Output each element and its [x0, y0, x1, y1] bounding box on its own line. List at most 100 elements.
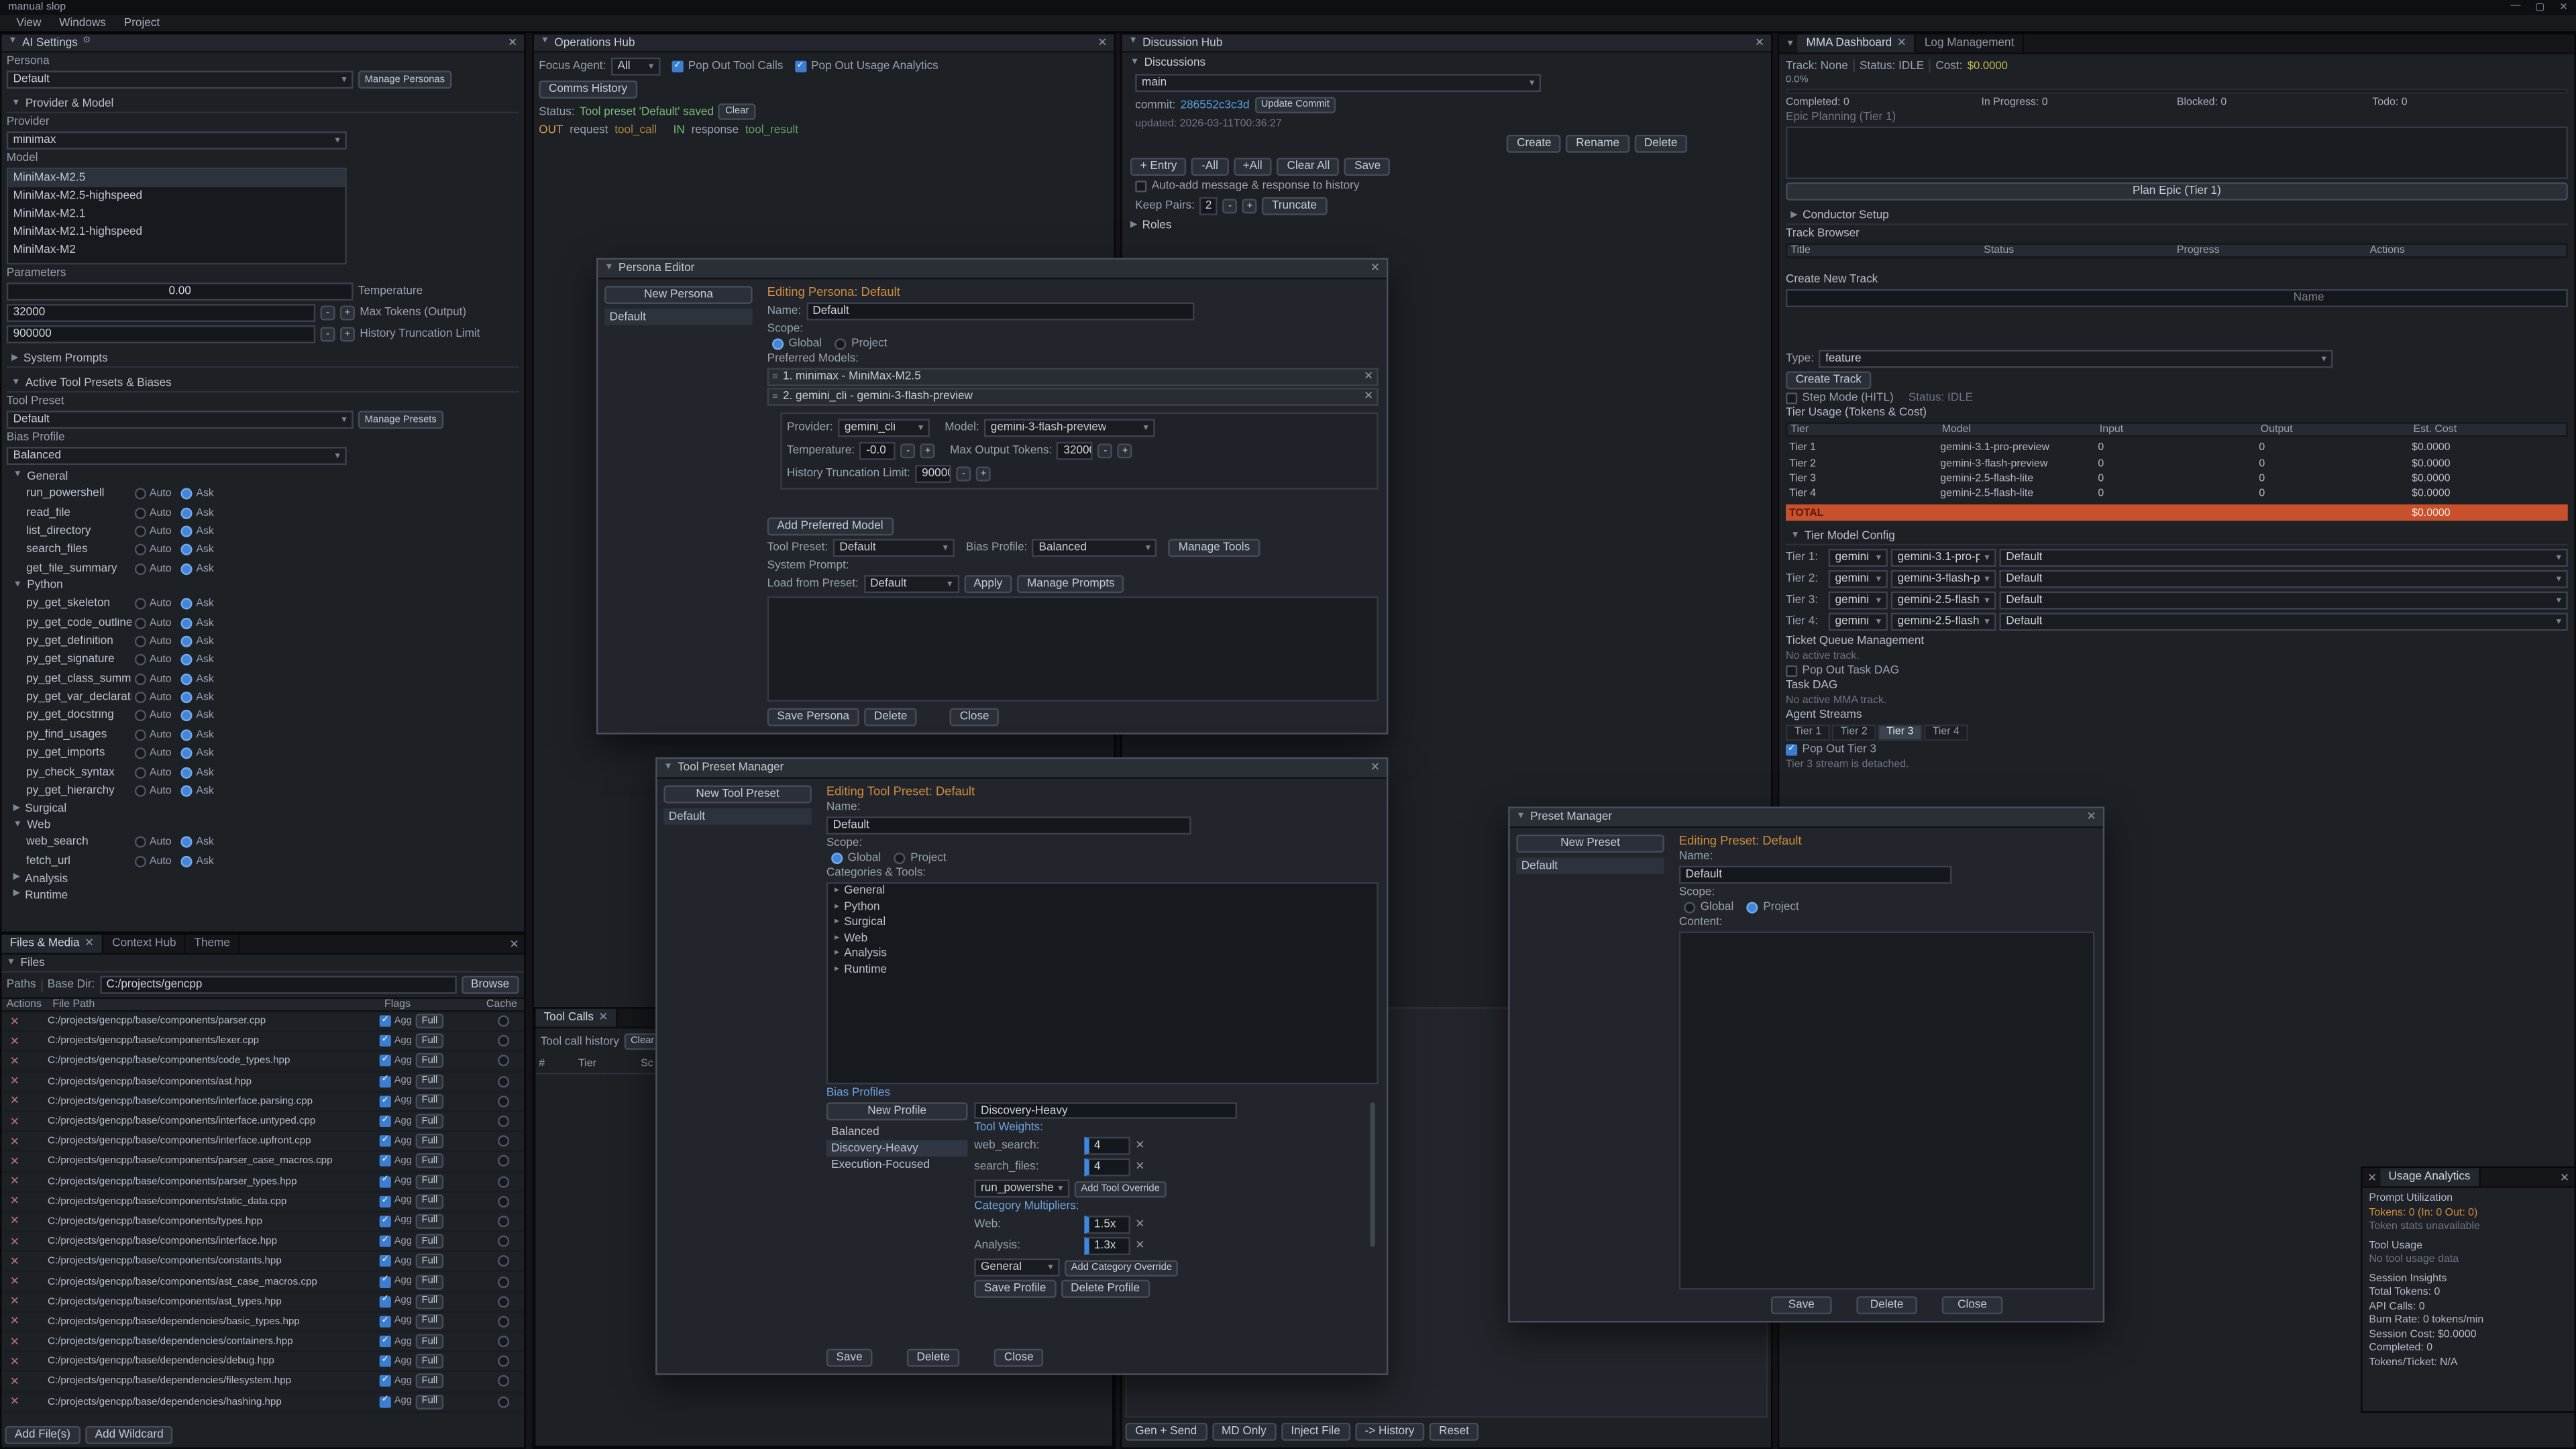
track-type-select[interactable]: feature: [1819, 350, 2333, 368]
auto-radio[interactable]: [135, 837, 146, 849]
add-files-button[interactable]: Add File(s): [5, 1426, 80, 1444]
add-category-override-button[interactable]: Add Category Override: [1065, 1259, 1179, 1275]
cache-radio[interactable]: [497, 1195, 508, 1207]
cache-radio[interactable]: [497, 1396, 508, 1407]
multiplier-input[interactable]: 1.5x: [1084, 1216, 1130, 1234]
collapse-arrow-icon[interactable]: ▼: [1128, 38, 1137, 47]
remove-file-icon[interactable]: ✕: [1, 1095, 48, 1108]
compose-button[interactable]: -> History: [1355, 1423, 1424, 1441]
pop-tool-calls-checkbox[interactable]: [672, 61, 683, 72]
cache-radio[interactable]: [497, 1036, 508, 1047]
keep-pairs-input[interactable]: 2: [1199, 197, 1218, 215]
tool-preset-list-item[interactable]: Default: [663, 808, 811, 824]
add-tool-override-button[interactable]: Add Tool Override: [1075, 1181, 1167, 1197]
close-icon[interactable]: ✕: [598, 1012, 608, 1024]
close-icon[interactable]: ✕: [1371, 263, 1380, 274]
tab-theme[interactable]: Theme: [186, 934, 239, 953]
ask-radio[interactable]: [181, 729, 193, 741]
ask-radio[interactable]: [181, 673, 193, 684]
add-tool-select[interactable]: run_powershell: [974, 1179, 1069, 1197]
remove-file-icon[interactable]: ✕: [1, 1175, 48, 1188]
preset-manager-header[interactable]: ▼ Preset Manager ✕: [1510, 808, 2103, 828]
auto-radio[interactable]: [135, 563, 146, 574]
persona-editor-header[interactable]: ▼ Persona Editor ✕: [598, 260, 1387, 279]
bias-profile-select[interactable]: Balanced: [1032, 539, 1157, 557]
scope-project-radio[interactable]: [894, 853, 906, 864]
full-button[interactable]: Full: [415, 1014, 444, 1028]
agg-checkbox[interactable]: [380, 1376, 391, 1387]
agg-checkbox[interactable]: [380, 1276, 391, 1287]
max-tokens-input[interactable]: 32000: [1057, 442, 1093, 460]
agg-checkbox[interactable]: [380, 1236, 391, 1247]
entry-button[interactable]: Clear All: [1277, 158, 1340, 176]
tier-model-select[interactable]: gemini-3.1-pro-preview: [1891, 549, 1996, 568]
bias-profile-select[interactable]: Balanced: [7, 447, 347, 465]
tab-context-hub[interactable]: Context Hub: [104, 934, 186, 953]
tier-model-select[interactable]: gemini-3-flash-preview: [1891, 570, 1996, 588]
close-icon[interactable]: ✕: [1755, 37, 1764, 48]
provider-select[interactable]: minimax: [7, 131, 347, 150]
remove-file-icon[interactable]: ✕: [1, 1275, 48, 1288]
model-option[interactable]: MiniMax-M2: [8, 241, 345, 260]
tier-preset-select[interactable]: Default: [1999, 549, 2567, 568]
entry-button[interactable]: -All: [1191, 158, 1228, 176]
tier-model-select[interactable]: gemini-2.5-flash-lite: [1891, 592, 1996, 610]
full-button[interactable]: Full: [415, 1114, 444, 1128]
cache-radio[interactable]: [497, 1336, 508, 1347]
tool-preset-select[interactable]: Default: [833, 539, 955, 557]
tier-preset-select[interactable]: Default: [1999, 592, 2567, 610]
increment-button[interactable]: +: [340, 306, 355, 321]
close-icon[interactable]: ✕: [85, 938, 94, 949]
bias-profile-item[interactable]: Balanced: [826, 1124, 968, 1140]
scope-global-radio[interactable]: [831, 853, 843, 864]
close-icon[interactable]: ✕: [2560, 1168, 2575, 1186]
decrement-button[interactable]: -: [1222, 199, 1237, 213]
remove-file-icon[interactable]: ✕: [1, 1014, 48, 1028]
full-button[interactable]: Full: [415, 1254, 444, 1269]
ask-radio[interactable]: [181, 786, 193, 797]
remove-file-icon[interactable]: ✕: [1, 1075, 48, 1088]
drag-handle-icon[interactable]: ≡: [772, 372, 778, 382]
remove-icon[interactable]: ✕: [1135, 1219, 1144, 1230]
drag-handle-icon[interactable]: ≡: [772, 392, 778, 402]
tool-category-row[interactable]: ▶ Surgical: [7, 800, 519, 816]
decrement-button[interactable]: -: [957, 467, 971, 482]
model-option[interactable]: MiniMax-M2.5-highspeed: [8, 187, 345, 205]
remove-file-icon[interactable]: ✕: [1, 1295, 48, 1308]
compose-button[interactable]: Inject File: [1281, 1423, 1350, 1441]
comms-history-button[interactable]: Comms History: [539, 80, 637, 99]
save-persona-button[interactable]: Save Persona: [767, 708, 859, 727]
close-button[interactable]: Close: [1942, 1296, 2003, 1314]
conductor-setup-section[interactable]: ▶ Conductor Setup: [1786, 209, 2568, 225]
track-name-input[interactable]: [1786, 289, 2568, 307]
discussion-manage-button[interactable]: Rename: [1566, 135, 1629, 153]
auto-radio[interactable]: [135, 710, 146, 722]
remove-file-icon[interactable]: ✕: [1, 1135, 48, 1148]
stream-tab[interactable]: Tier 4: [1924, 724, 1968, 740]
increment-button[interactable]: +: [920, 443, 935, 458]
auto-radio[interactable]: [135, 598, 146, 610]
remove-file-icon[interactable]: ✕: [1, 1115, 48, 1128]
active-presets-section[interactable]: ▼ Active Tool Presets & Biases: [7, 376, 519, 392]
discussion-select[interactable]: main: [1135, 74, 1541, 92]
remove-file-icon[interactable]: ✕: [1, 1235, 48, 1248]
cache-radio[interactable]: [497, 1055, 508, 1067]
cache-radio[interactable]: [497, 1296, 508, 1307]
tool-category-row[interactable]: ▼ General: [7, 468, 519, 484]
pop-task-dag-checkbox[interactable]: [1786, 665, 1797, 676]
auto-radio[interactable]: [135, 673, 146, 684]
history-limit-input[interactable]: 900000: [915, 465, 951, 483]
tree-category-row[interactable]: ▸ General: [828, 884, 1377, 900]
close-icon[interactable]: ✕: [509, 934, 524, 953]
tree-category-row[interactable]: ▸ Runtime: [828, 962, 1377, 977]
agg-checkbox[interactable]: [380, 1296, 391, 1307]
ask-radio[interactable]: [181, 617, 193, 629]
auto-radio[interactable]: [135, 636, 146, 647]
discussion-manage-button[interactable]: Create: [1507, 135, 1561, 153]
ask-radio[interactable]: [181, 748, 193, 759]
stream-tab[interactable]: Tier 1: [1786, 724, 1830, 740]
tab-usage-analytics[interactable]: Usage Analytics: [2380, 1168, 2480, 1186]
focus-agent-select[interactable]: All: [611, 58, 660, 76]
add-wildcard-button[interactable]: Add Wildcard: [85, 1426, 173, 1444]
plan-epic-button[interactable]: Plan Epic (Tier 1): [1786, 182, 2568, 201]
